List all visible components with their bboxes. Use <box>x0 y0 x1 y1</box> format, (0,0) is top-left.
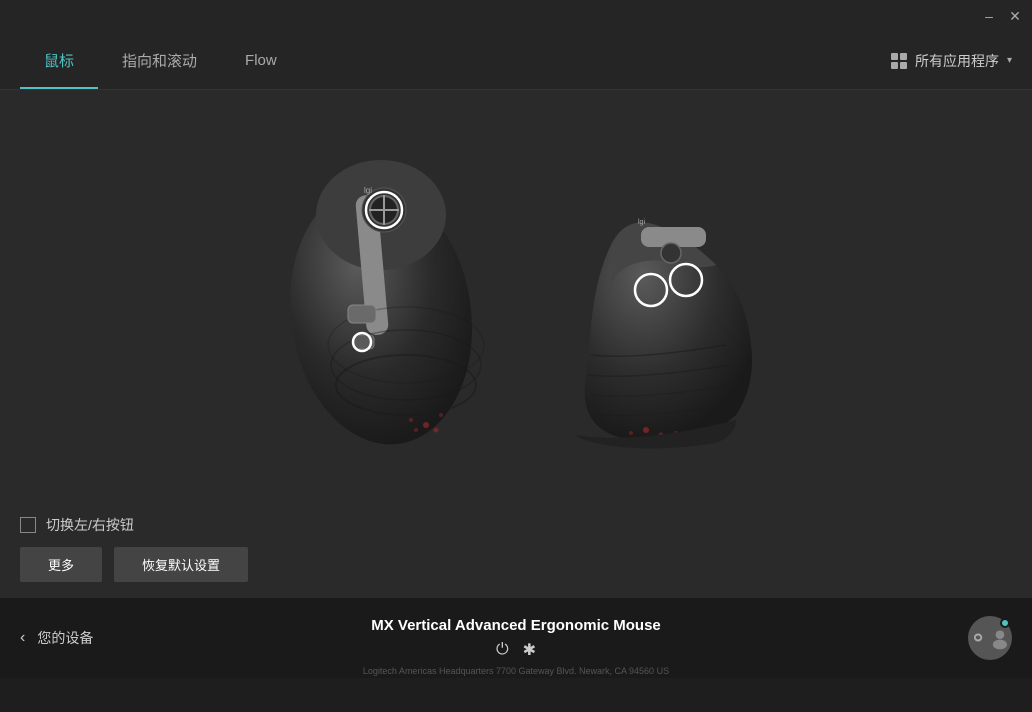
close-button[interactable]: ✕ <box>1008 9 1022 23</box>
reset-button[interactable]: 恢复默认设置 <box>114 547 248 582</box>
bottom-controls: 切换左/右按钮 更多 恢复默认设置 <box>0 499 1032 598</box>
device-info: MX Vertical Advanced Ergonomic Mouse ⏻ ✱ <box>371 617 661 660</box>
watermark: Logitech Americas Headquarters 7700 Gate… <box>0 666 1032 678</box>
grid-icon <box>891 53 907 69</box>
mouse-right-svg: lgi <box>556 175 756 455</box>
switch-buttons-checkbox[interactable] <box>20 517 36 533</box>
mouse-left: lgi <box>276 135 496 455</box>
user-icon: ⚬ <box>968 624 988 653</box>
your-devices-label: 您的设备 <box>37 628 93 648</box>
mouse-left-svg: lgi <box>276 135 496 455</box>
mouse-display: lgi <box>0 90 1032 499</box>
switch-buttons-label: 切换左/右按钮 <box>46 515 134 535</box>
tab-flow[interactable]: Flow <box>221 32 301 89</box>
svg-text:lgi: lgi <box>364 186 372 195</box>
avatar[interactable]: ⚬ <box>968 616 1012 660</box>
tab-pointing-scrolling[interactable]: 指向和滚动 <box>98 32 221 89</box>
more-button[interactable]: 更多 <box>20 547 102 582</box>
mouse-right: lgi <box>556 175 756 455</box>
tab-bar: 鼠标 指向和滚动 Flow 所有应用程序 ▾ <box>0 32 1032 90</box>
switch-buttons-row: 切换左/右按钮 <box>20 515 1012 535</box>
device-name: MX Vertical Advanced Ergonomic Mouse <box>371 617 661 634</box>
chevron-down-icon: ▾ <box>1007 55 1012 66</box>
main-content: lgi <box>0 90 1032 598</box>
minimize-button[interactable]: – <box>982 9 996 23</box>
app-selector[interactable]: 所有应用程序 ▾ <box>891 51 1012 71</box>
account-area: ⚬ <box>968 616 1012 660</box>
title-bar: – ✕ <box>0 0 1032 32</box>
device-icons: ⏻ ✱ <box>371 640 661 660</box>
tab-mouse[interactable]: 鼠标 <box>20 32 98 89</box>
usb-icon: ⏻ <box>496 641 509 659</box>
bluetooth-icon: ✱ <box>523 640 536 660</box>
back-to-devices[interactable]: ‹ 您的设备 <box>20 628 93 648</box>
footer: ‹ 您的设备 MX Vertical Advanced Ergonomic Mo… <box>0 598 1032 678</box>
online-status-dot <box>1000 618 1010 628</box>
svg-text:lgi: lgi <box>638 219 645 226</box>
chevron-left-icon: ‹ <box>20 629 25 647</box>
button-row: 更多 恢复默认设置 <box>20 547 1012 582</box>
